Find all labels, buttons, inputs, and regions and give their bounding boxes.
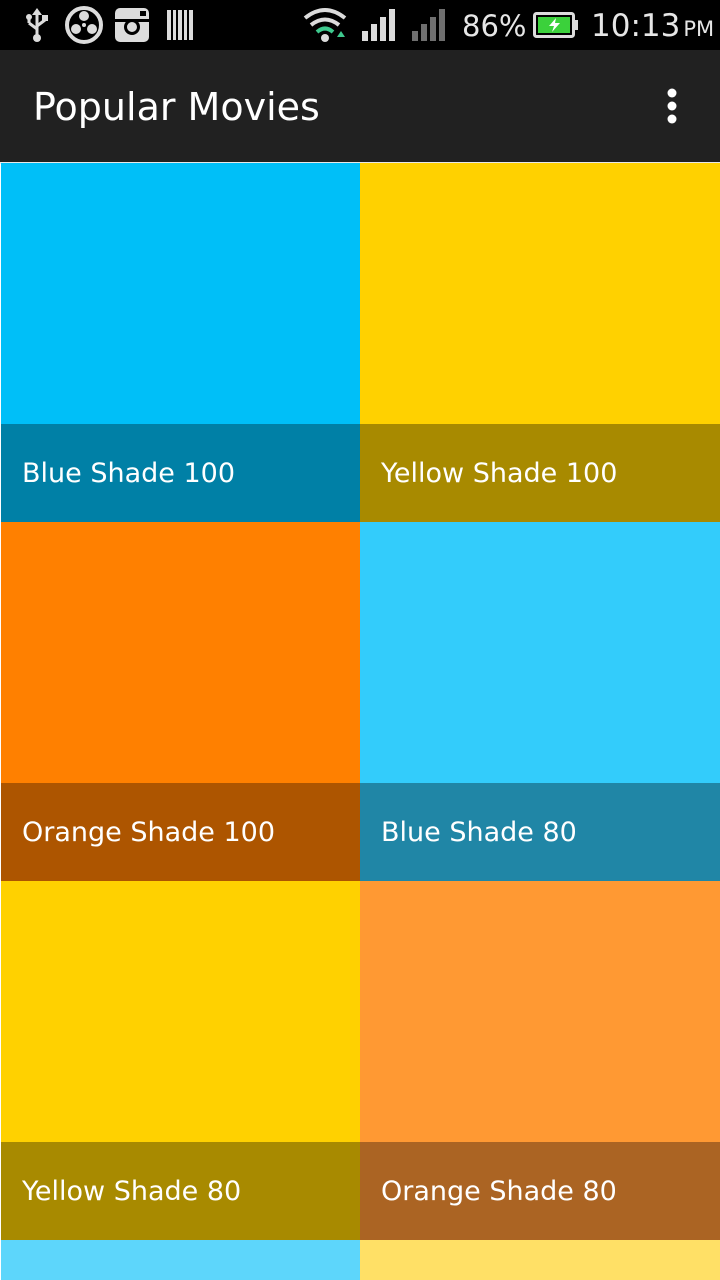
status-bar: 86% 10:13 PM xyxy=(0,0,720,50)
movie-title: Blue Shade 100 xyxy=(22,458,235,489)
movie-tile-footer: Blue Shade 80 xyxy=(360,783,720,881)
movie-tile[interactable]: Blue Shade 80 xyxy=(360,522,720,881)
battery-charging-icon xyxy=(532,6,580,44)
movie-tile-footer: Yellow Shade 80 xyxy=(1,1142,360,1240)
app-title: Popular Movies xyxy=(33,85,320,129)
movie-title: Blue Shade 80 xyxy=(381,817,577,848)
app-bar: Popular Movies xyxy=(0,50,720,162)
movie-poster xyxy=(1,522,360,783)
clock-time: 10:13 xyxy=(591,8,681,44)
battery-percent: 86% xyxy=(462,9,527,43)
signal-icon xyxy=(360,6,396,44)
movie-poster xyxy=(360,522,720,783)
clock: 10:13 PM xyxy=(591,0,714,50)
movie-title: Orange Shade 80 xyxy=(381,1176,617,1207)
movie-tile-footer: Yellow Shade 100 xyxy=(360,424,720,522)
movie-tile[interactable]: Orange Shade 100 xyxy=(1,522,360,881)
movie-tile-partial[interactable] xyxy=(1,1240,360,1280)
more-vert-icon xyxy=(667,88,677,124)
movie-title: Orange Shade 100 xyxy=(22,817,276,848)
media-icon xyxy=(63,6,105,44)
movie-title: Yellow Shade 80 xyxy=(22,1176,242,1207)
movie-tile[interactable]: Orange Shade 80 xyxy=(360,881,720,1240)
movie-tile-footer: Blue Shade 100 xyxy=(1,424,360,522)
movie-poster xyxy=(360,163,720,424)
overflow-menu-button[interactable] xyxy=(646,78,698,134)
movie-tile[interactable]: Yellow Shade 80 xyxy=(1,881,360,1240)
clock-ampm: PM xyxy=(683,17,715,41)
movie-tile[interactable]: Blue Shade 100 xyxy=(1,163,360,522)
movie-tile[interactable]: Yellow Shade 100 xyxy=(360,163,720,522)
movie-grid: Blue Shade 100 Yellow Shade 100 Orange S… xyxy=(0,163,720,1280)
instagram-icon xyxy=(113,6,151,44)
movie-tile-partial[interactable] xyxy=(360,1240,720,1280)
movie-poster xyxy=(1,163,360,424)
movie-poster xyxy=(1,881,360,1142)
usb-icon xyxy=(22,6,52,44)
movie-tile-footer: Orange Shade 80 xyxy=(360,1142,720,1240)
barcode-icon xyxy=(164,6,196,44)
movie-title: Yellow Shade 100 xyxy=(381,458,618,489)
signal-secondary-icon xyxy=(410,6,446,44)
screen: 86% 10:13 PM Popular Movies Blue Shade 1… xyxy=(0,0,720,1280)
movie-tile-footer: Orange Shade 100 xyxy=(1,783,360,881)
wifi-icon xyxy=(302,6,348,44)
movie-poster xyxy=(360,881,720,1142)
